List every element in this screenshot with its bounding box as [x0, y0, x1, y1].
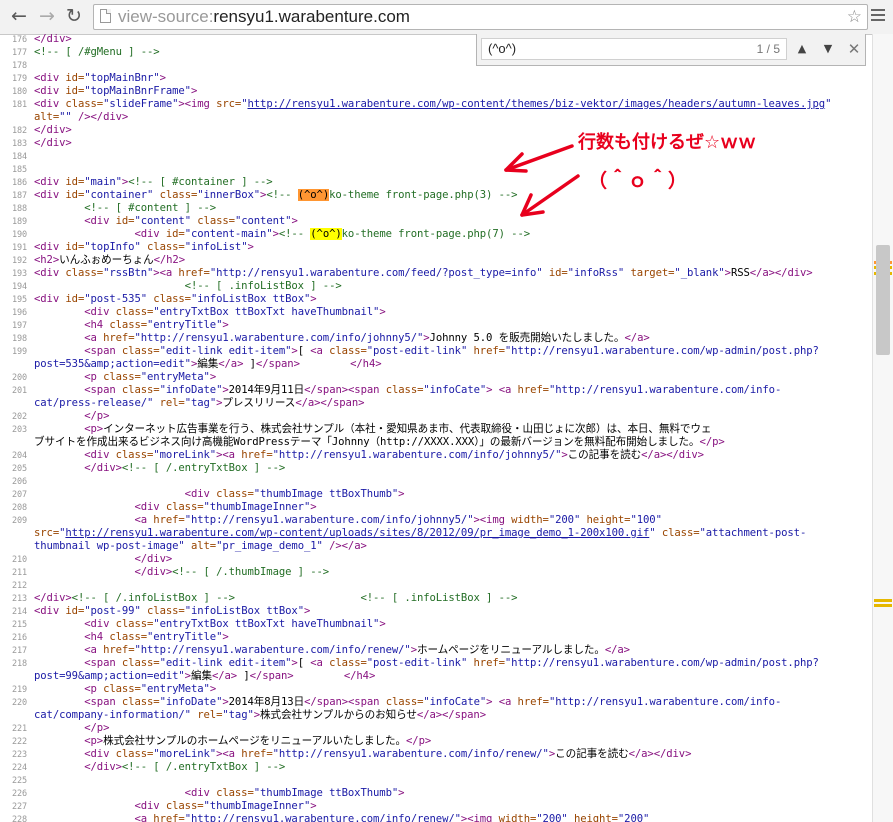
- annotation-line-numbers: 行数も付けるぜ☆ｗｗ: [578, 132, 757, 153]
- annotation-face: （＾ｏ＾）: [588, 170, 689, 192]
- annotation-arrows: [504, 144, 580, 217]
